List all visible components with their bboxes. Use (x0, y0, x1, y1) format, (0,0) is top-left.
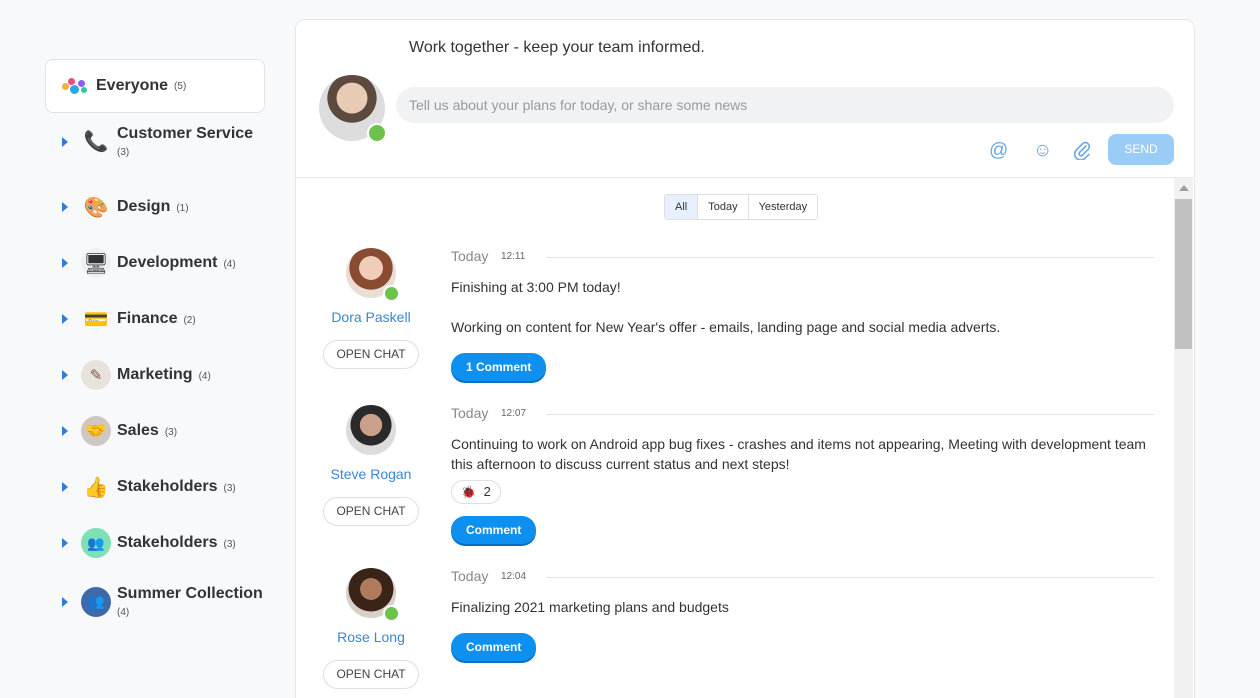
post-time: 12:04 (501, 571, 527, 582)
everyone-label: Everyone (96, 77, 169, 94)
group-label: Design (117, 198, 171, 215)
online-status-icon (383, 285, 400, 302)
filter-all[interactable]: All (665, 195, 698, 219)
sidebar-item-stakeholders[interactable]: 👍 Stakeholders (3) (45, 472, 265, 502)
people-group-icon: 👥 (81, 528, 111, 558)
post-composer: Work together - keep your team informed.… (296, 20, 1194, 178)
group-count: (4) (223, 259, 236, 270)
group-count: (1) (176, 203, 189, 214)
group-count: (4) (198, 371, 211, 382)
sidebar-item-finance[interactable]: 💳 Finance (2) (45, 304, 265, 334)
avatar[interactable] (346, 248, 400, 302)
group-count: (3) (117, 147, 130, 158)
author-name[interactable]: Rose Long (296, 629, 446, 645)
divider (546, 577, 1154, 578)
group-label: Sales (117, 422, 159, 439)
reaction-count: 2 (483, 484, 491, 499)
group-count: (3) (164, 427, 178, 438)
scrollbar-thumb[interactable] (1175, 199, 1192, 349)
expand-caret-icon[interactable] (62, 426, 68, 436)
group-label: Finance (117, 310, 178, 327)
expand-caret-icon[interactable] (62, 538, 68, 548)
everyone-icon (62, 78, 88, 94)
sidebar-item-development[interactable]: 🖥 Development (4) (45, 248, 265, 278)
composer-title: Work together - keep your team informed. (409, 39, 705, 56)
date-filter: All Today Yesterday (664, 194, 819, 220)
attachment-icon[interactable] (1073, 140, 1091, 166)
people-group-icon: 👥 (81, 586, 111, 617)
open-chat-button[interactable]: OPEN CHAT (323, 497, 419, 526)
everyone-count: (5) (174, 80, 187, 92)
reaction-badge[interactable]: 🐞 2 (451, 480, 501, 504)
group-label: Marketing (117, 366, 193, 383)
expand-caret-icon[interactable] (62, 202, 68, 212)
comment-button[interactable]: Comment (451, 516, 537, 544)
thumbs-up-icon: 👍 (83, 476, 109, 499)
palette-icon: 🎨 (83, 196, 109, 219)
filter-yesterday[interactable]: Yesterday (747, 195, 818, 219)
post-text: Working on content for New Year's offer … (451, 319, 1001, 335)
group-count: (4) (117, 607, 130, 618)
post-text: Finalizing 2021 marketing plans and budg… (451, 599, 729, 615)
post-day: Today (451, 568, 489, 584)
expand-caret-icon[interactable] (62, 370, 68, 380)
post-time: 12:07 (501, 408, 527, 419)
expand-caret-icon[interactable] (62, 482, 68, 492)
comment-button[interactable]: 1 Comment (451, 353, 547, 381)
sidebar-item-everyone[interactable]: Everyone (5) (45, 59, 265, 113)
sidebar-item-customer-service[interactable]: 📞 Customer Service (3) (45, 125, 265, 158)
post-time: 12:11 (501, 251, 526, 262)
avatar (319, 75, 387, 143)
open-chat-button[interactable]: OPEN CHAT (323, 340, 419, 369)
sidebar-item-marketing[interactable]: ✎ Marketing (4) (45, 360, 265, 390)
online-status-icon (383, 605, 400, 622)
group-label: Development (117, 254, 218, 271)
activity-panel: Work together - keep your team informed.… (295, 19, 1195, 698)
feed-scrollbar[interactable] (1174, 178, 1193, 698)
avatar[interactable] (346, 405, 396, 455)
comment-button[interactable]: Comment (451, 633, 537, 661)
credit-card-icon: 💳 (83, 308, 109, 331)
author-name[interactable]: Dora Paskell (296, 309, 446, 325)
marketing-image-icon: ✎ (81, 360, 111, 390)
post-text: Finishing at 3:00 PM today! (451, 279, 621, 295)
group-sidebar: Everyone (5) 📞 Customer Service (3) 🎨 Des… (45, 59, 265, 618)
online-status-icon (367, 123, 387, 143)
expand-caret-icon[interactable] (62, 314, 68, 324)
group-count: (3) (223, 539, 236, 550)
divider (546, 414, 1154, 415)
scroll-up-icon[interactable] (1179, 185, 1189, 191)
mention-icon[interactable]: @ (989, 140, 1008, 162)
monitor-icon: 🖥 (81, 248, 111, 278)
activity-feed: All Today Yesterday Dora Paskell OPEN CH… (296, 178, 1174, 698)
divider (546, 257, 1154, 258)
sidebar-item-summer-collection[interactable]: 👥 Summer Collection (4) (45, 585, 265, 618)
open-chat-button[interactable]: OPEN CHAT (323, 660, 419, 689)
expand-caret-icon[interactable] (62, 596, 68, 607)
group-label: Stakeholders (117, 534, 218, 551)
handshake-icon: 🤝 (81, 416, 111, 446)
emoji-icon[interactable]: ☺ (1033, 140, 1052, 162)
group-label: Customer Service (117, 125, 254, 142)
post-input[interactable] (396, 87, 1174, 123)
filter-today[interactable]: Today (697, 195, 748, 219)
group-count: (2) (183, 315, 196, 326)
avatar[interactable] (346, 568, 400, 622)
sidebar-item-design[interactable]: 🎨 Design (1) (45, 192, 265, 222)
send-button[interactable]: SEND (1108, 134, 1174, 165)
expand-caret-icon[interactable] (62, 258, 68, 268)
expand-caret-icon[interactable] (62, 136, 68, 147)
phone-icon: 📞 (83, 131, 109, 153)
post-day: Today (451, 405, 489, 421)
bug-icon: 🐞 (461, 485, 476, 499)
post-day: Today (451, 248, 489, 264)
group-label: Stakeholders (117, 478, 218, 495)
sidebar-item-sales[interactable]: 🤝 Sales (3) (45, 416, 265, 446)
group-label: Summer Collection (117, 585, 263, 602)
group-count: (3) (223, 483, 236, 494)
author-name[interactable]: Steve Rogan (296, 466, 446, 482)
post-text: Continuing to work on Android app bug fi… (451, 436, 1146, 472)
sidebar-item-stakeholders-2[interactable]: 👥 Stakeholders (3) (45, 528, 265, 558)
